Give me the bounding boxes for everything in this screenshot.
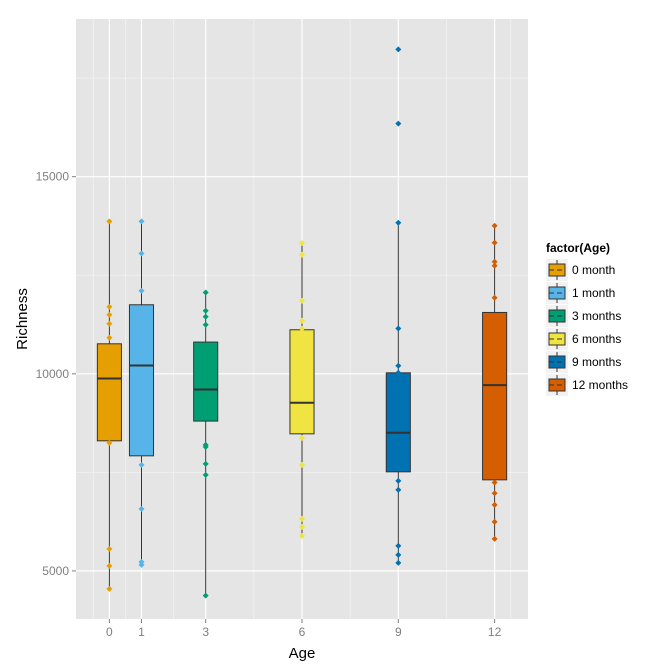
x-tick-label: 6 bbox=[299, 625, 306, 639]
y-axis-title: Richness bbox=[14, 288, 31, 350]
legend-key bbox=[546, 374, 568, 396]
box-iqr bbox=[96, 343, 122, 442]
legend-key bbox=[546, 351, 568, 373]
legend-title: factor(Age) bbox=[546, 241, 610, 255]
box-iqr bbox=[128, 304, 155, 457]
x-tick-label: 3 bbox=[202, 625, 209, 639]
legend-key bbox=[546, 259, 568, 281]
legend-label: 12 months bbox=[572, 378, 628, 392]
y-tick-label: 5000 bbox=[42, 564, 69, 578]
box-iqr bbox=[289, 329, 315, 435]
legend-label: 6 months bbox=[572, 332, 621, 346]
box-iqr bbox=[385, 372, 411, 473]
legend-key bbox=[546, 282, 568, 304]
legend-label: 9 months bbox=[572, 355, 621, 369]
legend-label: 1 month bbox=[572, 286, 615, 300]
y-tick-label: 10000 bbox=[36, 367, 70, 381]
legend-label: 0 month bbox=[572, 263, 615, 277]
x-tick-label: 12 bbox=[488, 625, 502, 639]
boxplot-chart: 5000 10000 15000 0 1 3 6 9 12 Age Richness fact… bbox=[0, 0, 672, 672]
x-tick-label: 1 bbox=[138, 625, 145, 639]
x-tick-label: 9 bbox=[395, 625, 402, 639]
legend-key bbox=[546, 328, 568, 350]
legend-key bbox=[546, 305, 568, 327]
x-tick-label: 0 bbox=[106, 625, 113, 639]
x-axis-title: Age bbox=[289, 645, 316, 662]
legend-label: 3 months bbox=[572, 309, 621, 323]
box-iqr bbox=[482, 311, 508, 481]
box-iqr bbox=[193, 341, 219, 422]
y-tick-label: 15000 bbox=[36, 170, 70, 184]
